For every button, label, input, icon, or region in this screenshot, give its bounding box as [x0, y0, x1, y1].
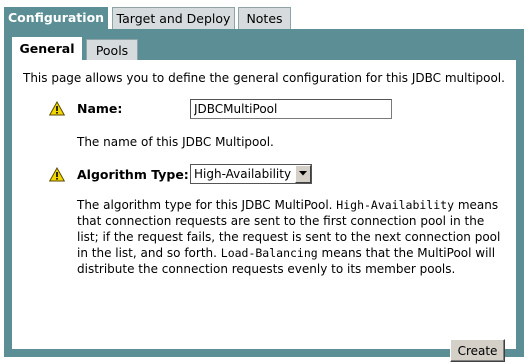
tab-target-and-deploy[interactable]: Target and Deploy: [112, 7, 235, 29]
tab-configuration[interactable]: Configuration: [4, 7, 108, 30]
algorithm-type-select[interactable]: High-Availability: [190, 164, 312, 184]
name-field[interactable]: [190, 99, 392, 119]
subtab-pools[interactable]: Pools: [86, 39, 138, 60]
algorithm-type-value: High-Availability: [194, 167, 292, 181]
general-content: This page allows you to define the gener…: [12, 60, 516, 362]
configuration-panel: General Pools This page allows you to de…: [4, 29, 524, 362]
algorithm-keyword: Load-Balancing: [220, 246, 318, 260]
algorithm-keyword: High-Availability: [336, 198, 454, 212]
algorithm-type-label: Algorithm Type:: [77, 167, 189, 182]
intro-text: This page allows you to define the gener…: [23, 71, 505, 85]
algorithm-help-segment: The algorithm type for this JDBC MultiPo…: [77, 198, 337, 212]
create-button[interactable]: Create: [450, 339, 505, 362]
name-help-text: The name of this JDBC Multipool.: [77, 135, 274, 149]
warning-icon: [49, 101, 65, 116]
subtab-general[interactable]: General: [12, 37, 82, 60]
chevron-down-icon[interactable]: [295, 165, 311, 183]
warning-icon: [49, 167, 65, 182]
name-label: Name:: [77, 101, 123, 116]
tab-notes[interactable]: Notes: [238, 7, 291, 29]
algorithm-help-text: The algorithm type for this JDBC MultiPo…: [77, 197, 507, 277]
